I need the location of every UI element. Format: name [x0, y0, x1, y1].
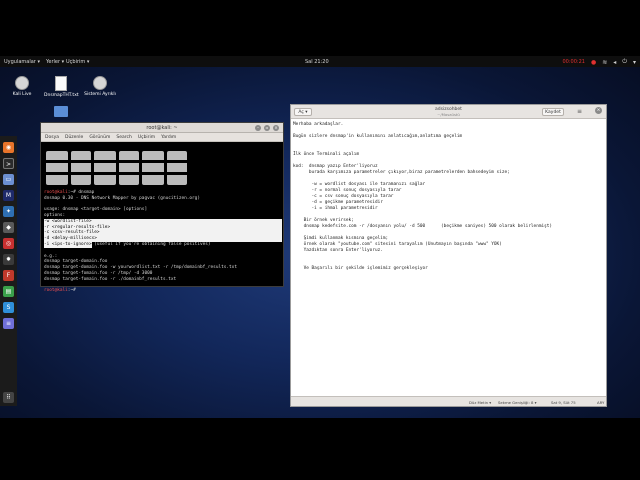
- maltego-icon[interactable]: ◎: [3, 238, 14, 249]
- leafpad-icon[interactable]: ▤: [3, 286, 14, 297]
- terminal-output[interactable]: root@kali:~# dnsmap dnsmap 0.30 - DNS Net…: [41, 142, 283, 296]
- beef-icon[interactable]: ✸: [3, 254, 14, 265]
- text-editor-icon[interactable]: ≡: [3, 318, 14, 329]
- faraday-icon[interactable]: F: [3, 270, 14, 281]
- chevron-down-icon[interactable]: ▾: [633, 59, 636, 66]
- insert-mode: ARY: [597, 400, 605, 405]
- dock: ◉ > ▭ M ✦ ◆ ◎ ✸ F ▤ S ≡ ⠿: [0, 136, 17, 406]
- disc-icon: [15, 76, 29, 90]
- desktop-icon-kali-live[interactable]: Kali Live: [5, 76, 39, 98]
- volume-icon[interactable]: ◂: [613, 59, 616, 66]
- desktop-icon-dnsmap-txt[interactable]: DnsmapTHT.txt: [44, 76, 79, 99]
- command: :~# dnsmap: [67, 189, 95, 195]
- terminal-menubar: Dosya Düzenle Görünüm Search Uçbirim Yar…: [41, 133, 283, 142]
- burpsuite-icon[interactable]: ◆: [3, 222, 14, 233]
- applications-menu[interactable]: Uygulamalar ▾: [4, 59, 40, 65]
- desktop-icon-sistemi-ayrikli[interactable]: Sistemi Ayrıklı: [83, 76, 117, 98]
- desktop-screen: Uygulamalar ▾ Yerler ▾ Uçbirim ▾ Sal 21:…: [0, 56, 640, 418]
- menu-search[interactable]: Search: [116, 135, 131, 141]
- terminal-titlebar[interactable]: root@kali: ~ – ▫ ×: [41, 123, 283, 133]
- firefox-icon[interactable]: ◉: [3, 142, 14, 153]
- text-editor-window[interactable]: Aç ▾ adsizsohbet ~/Masaüstü Kaydet ≡ × M…: [290, 104, 607, 407]
- disc-icon: [93, 76, 107, 90]
- video-frame: Uygulamalar ▾ Yerler ▾ Uçbirim ▾ Sal 21:…: [0, 0, 640, 480]
- top-panel: Uygulamalar ▾ Yerler ▾ Uçbirim ▾ Sal 21:…: [0, 56, 640, 67]
- save-button[interactable]: Kaydet: [542, 108, 564, 116]
- output-line: (useful if you're obtaining false positi…: [91, 241, 211, 247]
- command: :~#: [67, 288, 79, 294]
- armitage-icon[interactable]: ✦: [3, 206, 14, 217]
- editor-line: Ve Başarılı bir şekilde işlemimiz gerçek…: [293, 266, 428, 272]
- folder-icon: [54, 106, 68, 117]
- terminal-title: root@kali: ~: [146, 125, 178, 131]
- metasploit-icon[interactable]: M: [3, 190, 14, 201]
- skype-icon[interactable]: S: [3, 302, 14, 313]
- clock[interactable]: Sal 21:20: [305, 59, 329, 65]
- menu-yardim[interactable]: Yardım: [161, 135, 176, 141]
- desktop-icon-folder[interactable]: [44, 106, 78, 119]
- system-tray: 00:00:21 ● ≋ ◂ ⏻ ▾: [562, 58, 636, 66]
- minimize-icon[interactable]: –: [255, 125, 261, 131]
- places-menu[interactable]: Yerler ▾: [46, 59, 64, 65]
- maximize-icon[interactable]: ▫: [264, 125, 270, 131]
- show-apps-icon[interactable]: ⠿: [3, 392, 14, 403]
- terminal-icon[interactable]: >: [3, 158, 14, 169]
- highlighted-option: -i <ips-to-ignore>: [44, 241, 92, 248]
- power-icon[interactable]: ⏻: [622, 58, 627, 66]
- recording-timer: 00:00:21: [562, 59, 585, 65]
- menu-dosya[interactable]: Dosya: [45, 135, 59, 141]
- network-icon[interactable]: ≋: [602, 59, 607, 66]
- record-icon[interactable]: ●: [591, 59, 596, 66]
- terminal-app-menu[interactable]: Uçbirim ▾: [66, 59, 89, 65]
- menu-gorunum[interactable]: Görünüm: [89, 135, 110, 141]
- prompt: root@kali: [44, 288, 68, 294]
- terminal-window[interactable]: root@kali: ~ – ▫ × Dosya Düzenle Görünüm…: [40, 122, 284, 293]
- files-icon[interactable]: ▭: [3, 174, 14, 185]
- menu-ucbirim[interactable]: Uçbirim: [138, 135, 155, 141]
- close-icon[interactable]: ×: [273, 125, 279, 131]
- editor-text-area[interactable]: Merhaba arkadaşlar. Bugün sizlere dnsmap…: [291, 120, 606, 396]
- text-file-icon: [55, 76, 67, 91]
- menu-duzenle[interactable]: Düzenle: [65, 135, 83, 141]
- language-selector[interactable]: Düz Metin ▾: [469, 400, 491, 405]
- tab-width-selector[interactable]: Sekme Genişliği: 8 ▾: [498, 400, 537, 405]
- prompt: root@kali: [44, 189, 68, 195]
- ascii-banner: [44, 150, 280, 187]
- hamburger-menu-icon[interactable]: ≡: [577, 108, 582, 115]
- cursor-position[interactable]: Sat 9, Süt 75: [551, 400, 576, 405]
- editor-headerbar[interactable]: Aç ▾ adsizsohbet ~/Masaüstü Kaydet ≡ ×: [291, 105, 606, 119]
- close-icon[interactable]: ×: [595, 107, 602, 114]
- editor-statusbar: Düz Metin ▾ Sekme Genişliği: 8 ▾ Sat 9, …: [291, 396, 606, 406]
